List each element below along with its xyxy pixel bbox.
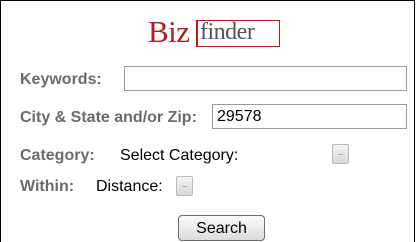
search-button[interactable]: Search [178,215,265,241]
within-select-value[interactable]: Distance: [96,177,163,197]
category-select-value[interactable]: Select Category: [120,146,238,166]
chevron-down-icon [338,154,343,155]
logo-biz-text: Biz [148,14,190,49]
chevron-down-icon [182,186,187,187]
logo-finder-text: finder [200,19,255,45]
location-label: City & State and/or Zip: [20,109,197,126]
keywords-input[interactable] [124,66,407,91]
category-dropdown-button[interactable] [332,144,349,164]
keywords-label: Keywords: [20,71,102,88]
within-dropdown-button[interactable] [176,176,193,196]
search-widget-frame: Biz finder Keywords: City & State and/or… [0,0,415,242]
category-label: Category: [20,147,95,164]
within-label: Within: [20,178,75,195]
location-input[interactable] [212,104,407,129]
